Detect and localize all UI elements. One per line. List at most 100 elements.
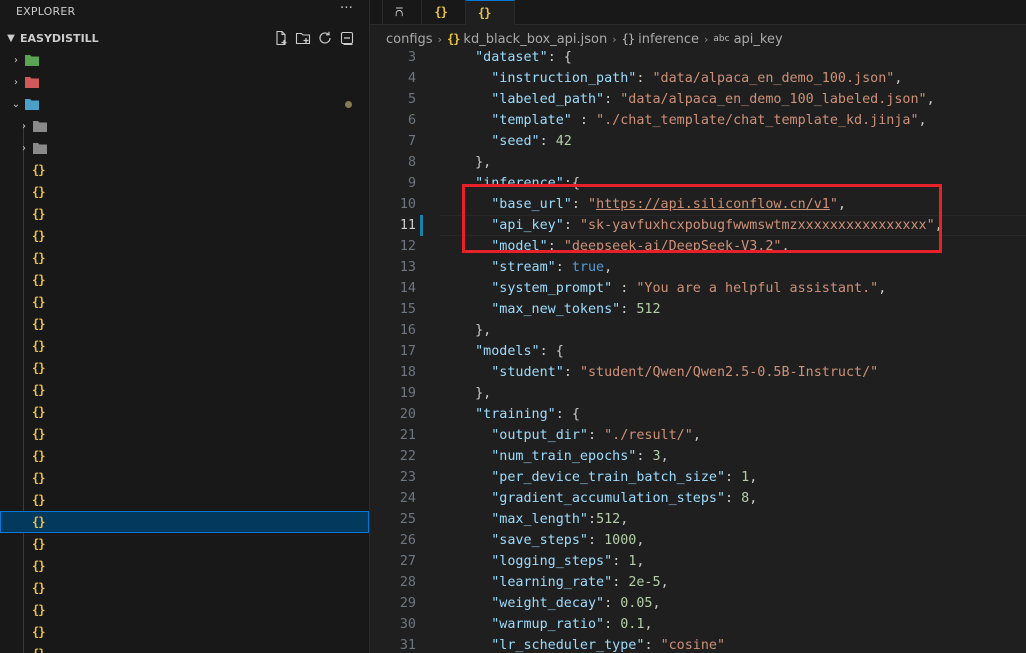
more-actions-icon[interactable]: ··· — [340, 1, 353, 16]
code-token: , — [660, 575, 669, 590]
chevron-right-icon: › — [22, 120, 26, 132]
tree-file[interactable]: {} — [0, 313, 369, 335]
breadcrumb-object[interactable]: inference — [638, 32, 699, 47]
code-text: "training": { — [459, 404, 580, 425]
code-token: , — [749, 491, 758, 506]
code-editor[interactable]: 3 "dataset": {4 "instruction_path": "dat… — [370, 47, 1026, 653]
editor-tab[interactable]: {} — [422, 0, 466, 24]
jinja-icon: ⩃ — [395, 4, 404, 19]
tree-file[interactable]: {} — [0, 247, 369, 269]
editor-tab[interactable]: ⩃ — [383, 0, 423, 24]
line-number: 6 — [407, 113, 416, 128]
line-number: 19 — [399, 386, 416, 401]
code-line: 7 "seed": 42 — [370, 131, 1026, 152]
line-number: 10 — [399, 197, 416, 212]
tree-file[interactable]: {} — [0, 335, 369, 357]
tree-folder[interactable]: ⌄ — [0, 93, 369, 115]
tree-file[interactable]: {} — [0, 599, 369, 621]
json-file-icon: {} — [32, 449, 45, 463]
code-text: "student": "student/Qwen/Qwen2.5-0.5B-In… — [459, 362, 878, 383]
line-number: 12 — [399, 239, 416, 254]
tree-folder[interactable]: › — [0, 137, 369, 159]
tree-folder[interactable]: › — [0, 49, 369, 71]
tree-folder[interactable]: › — [0, 71, 369, 93]
code-text: "max_new_tokens": 512 — [459, 299, 660, 320]
file-tree: › › ⌄ › ›{}{}{}{}{}{}{}{}{}{}{}{}{}{}{}{}{}{… — [0, 49, 369, 653]
json-file-icon: {} — [32, 383, 45, 397]
tree-folder[interactable]: › — [0, 115, 369, 137]
code-token: "num_train_epochs" — [491, 449, 637, 464]
tree-file[interactable]: {} — [0, 643, 369, 653]
code-token: : — [644, 638, 661, 653]
code-line: 15 "max_new_tokens": 512 — [370, 299, 1026, 320]
code-token: 42 — [555, 134, 572, 149]
tree-file[interactable]: {} — [0, 577, 369, 599]
tree-file[interactable]: {} — [0, 423, 369, 445]
build-folder-icon — [24, 74, 42, 90]
breadcrumb-folder[interactable]: configs — [386, 32, 433, 47]
tree-file[interactable]: {} — [0, 511, 369, 533]
code-token: }, — [459, 155, 492, 170]
code-token: :{ — [563, 176, 580, 191]
code-text: "logging_steps": 1, — [459, 551, 644, 572]
tree-file[interactable]: {} — [0, 555, 369, 577]
tree-file[interactable]: {} — [0, 467, 369, 489]
tree-file[interactable]: {} — [0, 379, 369, 401]
code-text: "models": { — [459, 341, 564, 362]
code-token: : { — [539, 344, 564, 359]
tree-file[interactable]: {} — [0, 203, 369, 225]
new-folder-icon[interactable] — [295, 30, 311, 46]
tree-file[interactable]: {} — [0, 181, 369, 203]
code-token: 3 — [652, 449, 661, 464]
chevron-right-icon: › — [703, 32, 709, 46]
tree-file[interactable]: {} — [0, 269, 369, 291]
tree-file[interactable]: {} — [0, 225, 369, 247]
line-number: 17 — [399, 344, 416, 359]
chevron-right-icon: › — [22, 142, 26, 154]
json-file-icon: {} — [32, 361, 45, 375]
collapse-all-icon[interactable] — [339, 30, 355, 46]
tree-file[interactable]: {} — [0, 621, 369, 643]
code-token: : { — [555, 407, 580, 422]
code-token: : — [539, 134, 556, 149]
code-token: , — [894, 71, 903, 86]
code-text: "template" : "./chat_template/chat_templ… — [459, 110, 927, 131]
json-file-icon: {} — [32, 229, 45, 243]
tree-file[interactable]: {} — [0, 357, 369, 379]
new-file-icon[interactable] — [273, 30, 289, 46]
code-token: , — [636, 533, 645, 548]
editor-tab[interactable]: {} — [465, 0, 516, 25]
refresh-icon[interactable] — [317, 30, 333, 46]
editor-tab[interactable] — [370, 0, 383, 24]
code-token: "learning_rate" — [491, 575, 613, 590]
breadcrumb-file[interactable]: kd_black_box_api.json — [463, 32, 607, 47]
tree-file[interactable]: {} — [0, 159, 369, 181]
code-token: "student" — [491, 365, 564, 380]
tree-file[interactable]: {} — [0, 401, 369, 423]
code-token: 1000 — [604, 533, 637, 548]
code-line: 17 "models": { — [370, 341, 1026, 362]
json-file-icon: {} — [32, 185, 45, 199]
tree-file[interactable]: {} — [0, 489, 369, 511]
code-token: , — [918, 113, 927, 128]
code-text: "inference":{ — [459, 173, 580, 194]
tree-file[interactable]: {} — [0, 533, 369, 555]
string-symbol-icon: abc — [713, 34, 730, 44]
code-token: : — [612, 575, 629, 590]
chevron-right-icon: › — [14, 76, 18, 88]
tree-file[interactable]: {} — [0, 445, 369, 467]
json-file-icon: {} — [32, 317, 45, 331]
code-token: true — [571, 260, 605, 275]
explorer-toolbar — [273, 30, 355, 46]
workspace-title: EASYDISTILL — [20, 31, 99, 45]
tree-file[interactable]: {} — [0, 291, 369, 313]
line-number: 16 — [399, 323, 416, 338]
code-token: , — [636, 554, 645, 569]
breadcrumb-key[interactable]: api_key — [734, 32, 783, 47]
line-number: 26 — [399, 533, 416, 548]
